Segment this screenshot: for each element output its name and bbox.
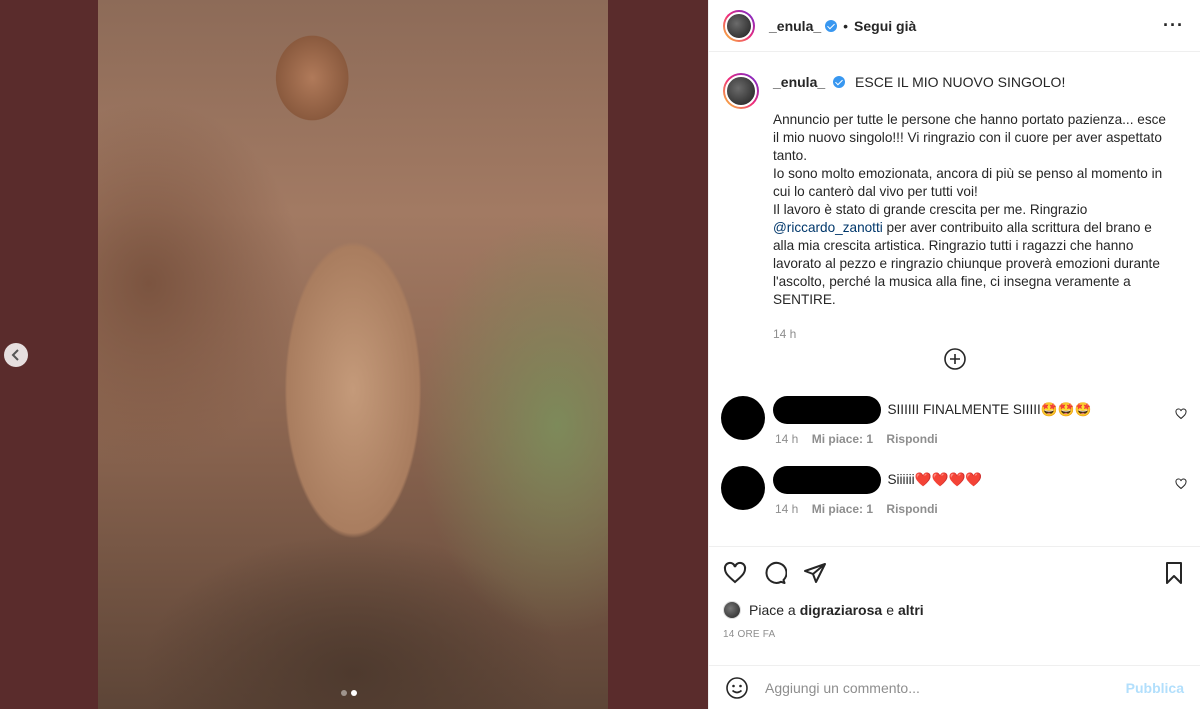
comment-like-heart-icon[interactable] — [1175, 408, 1187, 420]
like-heart-icon[interactable] — [723, 561, 747, 585]
caption-headline: ESCE IL MIO NUOVO SINGOLO! — [855, 74, 1066, 90]
save-bookmark-icon[interactable] — [1162, 561, 1186, 585]
carousel-dot-active — [351, 690, 357, 696]
verified-badge-icon — [825, 19, 838, 32]
comment-timestamp[interactable]: 14 h — [775, 502, 798, 516]
likes-summary: Piace a digraziarosa e altri — [723, 601, 1186, 619]
caption-author-avatar[interactable] — [723, 73, 759, 109]
comment-likes-count[interactable]: Mi piace: 1 — [812, 432, 873, 446]
comment-like-heart-icon[interactable] — [1175, 478, 1187, 490]
post-date[interactable]: 14 ORE FA — [723, 629, 1186, 640]
post-caption: _enula_ ESCE IL MIO NUOVO SINGOLO! Annun… — [709, 53, 1200, 343]
post-actions-section: Piace a digraziarosa e altri 14 ORE FA — [709, 546, 1200, 656]
caption-username[interactable]: _enula_ — [773, 74, 825, 90]
caption-timestamp[interactable]: 14 h — [773, 325, 1173, 343]
likes-prefix: Piace a — [749, 602, 796, 618]
comment-item: SIIIIII FINALMENTE SIIIII🤩🤩🤩 14 h Mi pia… — [721, 396, 1187, 446]
comments-scroll-area[interactable]: _enula_ ESCE IL MIO NUOVO SINGOLO! Annun… — [709, 53, 1200, 546]
post-header: _enula_ • Segui già ··· — [709, 0, 1200, 52]
liker-username[interactable]: digraziarosa — [800, 602, 882, 618]
reply-button[interactable]: Rispondi — [886, 432, 937, 446]
post-details-panel: _enula_ • Segui già ··· _enula_ ESCE IL … — [708, 0, 1200, 709]
publish-button[interactable]: Pubblica — [1126, 680, 1184, 696]
comment-text: SIIIIII FINALMENTE SIIIII🤩🤩🤩 — [887, 402, 1092, 417]
load-more-comments-icon[interactable] — [943, 347, 967, 371]
share-paper-plane-icon[interactable] — [803, 561, 827, 585]
comment-avatar-redacted[interactable] — [721, 396, 765, 440]
add-comment-bar: Pubblica — [709, 665, 1200, 709]
chevron-left-icon — [11, 349, 19, 361]
emoji-icon[interactable] — [725, 676, 749, 700]
reply-button[interactable]: Rispondi — [886, 502, 937, 516]
comment-username-redacted[interactable] — [773, 396, 881, 424]
caption-text: Annuncio per tutte le persone che hanno … — [773, 111, 1173, 309]
comment-likes-count[interactable]: Mi piace: 1 — [812, 502, 873, 516]
more-options-icon[interactable]: ··· — [1163, 15, 1184, 36]
caption-text-part: Annuncio per tutte le persone che hanno … — [773, 112, 1166, 217]
following-button[interactable]: Segui già — [854, 18, 916, 34]
comment-timestamp[interactable]: 14 h — [775, 432, 798, 446]
carousel-dot — [341, 690, 347, 696]
comment-item: Siiiiii❤️❤️❤️❤️ 14 h Mi piace: 1 Rispond… — [721, 466, 1187, 516]
carousel-indicator — [341, 690, 357, 696]
comment-avatar-redacted[interactable] — [721, 466, 765, 510]
author-username[interactable]: _enula_ — [769, 18, 821, 34]
post-photo[interactable] — [98, 0, 608, 709]
comment-bubble-icon[interactable] — [763, 561, 787, 585]
comment-text: Siiiiii❤️❤️❤️❤️ — [887, 472, 983, 487]
previous-photo-button[interactable] — [4, 343, 28, 367]
likes-connector: e — [886, 602, 894, 618]
likes-others-link[interactable]: altri — [898, 602, 924, 618]
comment-username-redacted[interactable] — [773, 466, 881, 494]
header-separator: • — [843, 17, 849, 34]
mention-link[interactable]: @riccardo_zanotti — [773, 220, 883, 235]
author-avatar[interactable] — [723, 9, 755, 42]
liker-avatar[interactable] — [723, 601, 741, 619]
comment-input[interactable] — [765, 679, 1126, 696]
verified-badge-icon — [833, 76, 846, 88]
